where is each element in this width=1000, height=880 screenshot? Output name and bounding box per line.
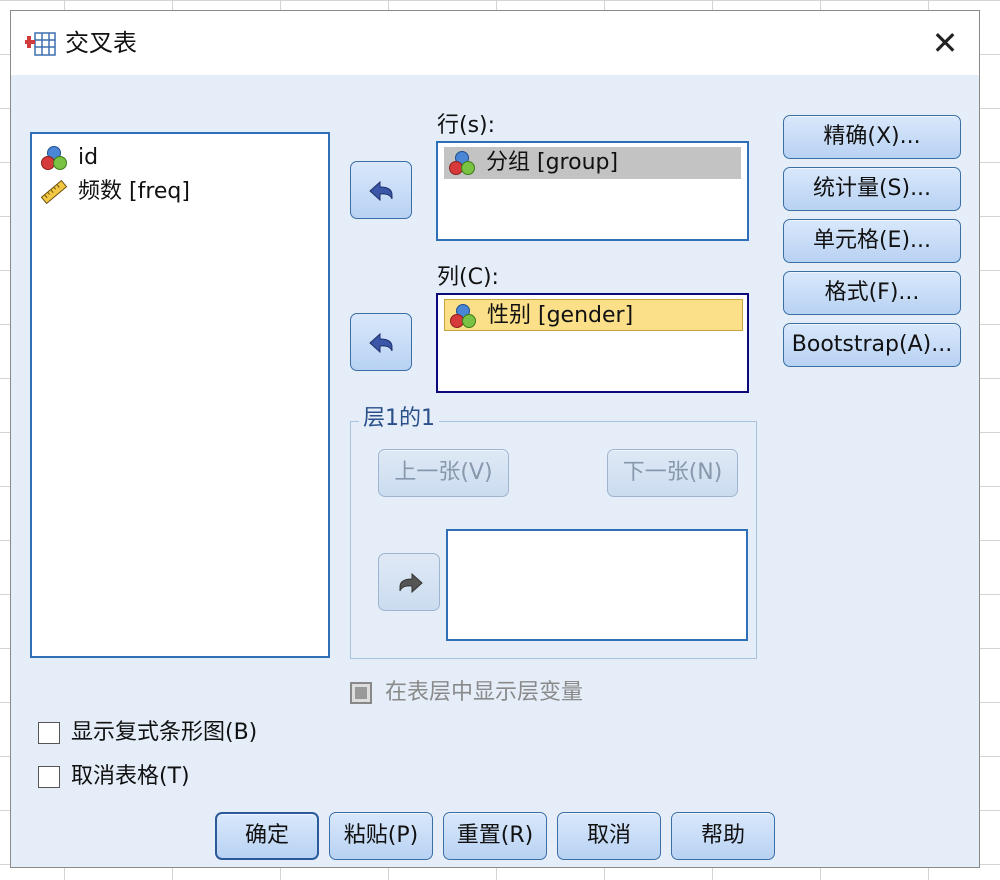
move-to-layer-button[interactable] bbox=[378, 553, 440, 611]
ok-button[interactable]: 确定 bbox=[215, 812, 319, 860]
paste-button[interactable]: 粘贴(P) bbox=[329, 812, 433, 860]
nominal-variable-icon bbox=[41, 146, 67, 170]
reset-button[interactable]: 重置(R) bbox=[443, 812, 547, 860]
columns-list[interactable]: 性别 [gender] bbox=[436, 293, 749, 393]
format-button[interactable]: 格式(F)... bbox=[783, 271, 961, 315]
list-item[interactable]: id bbox=[40, 142, 320, 174]
move-to-columns-button[interactable] bbox=[350, 313, 412, 371]
list-item-label: 性别 [gender] bbox=[487, 303, 634, 328]
suppress-tables-checkbox[interactable] bbox=[38, 766, 60, 788]
list-item[interactable]: 分组 [group] bbox=[444, 147, 741, 179]
previous-layer-button[interactable]: 上一张(V) bbox=[378, 449, 509, 497]
window-title: 交叉表 bbox=[65, 29, 137, 57]
nominal-variable-icon bbox=[449, 151, 475, 175]
suppress-tables-label: 取消表格(T) bbox=[71, 764, 190, 789]
help-button[interactable]: 帮助 bbox=[671, 812, 775, 860]
list-item-label: 分组 [group] bbox=[486, 150, 619, 175]
layer-list[interactable] bbox=[446, 529, 748, 641]
close-icon[interactable]: ✕ bbox=[923, 23, 967, 63]
list-item-label: id bbox=[78, 145, 99, 170]
next-layer-button[interactable]: 下一张(N) bbox=[607, 449, 738, 497]
rows-list[interactable]: 分组 [group] bbox=[436, 141, 749, 241]
list-item[interactable]: 频数 [freq] bbox=[40, 176, 320, 208]
move-to-rows-button[interactable] bbox=[350, 161, 412, 219]
arrow-left-icon bbox=[369, 180, 393, 202]
show-layer-variables-label: 在表层中显示层变量 bbox=[385, 680, 584, 705]
cancel-button[interactable]: 取消 bbox=[557, 812, 661, 860]
scale-variable-icon bbox=[40, 179, 68, 205]
crosstabs-dialog: 交叉表 ✕ id 频数 [freq] 行(s): 分组 [group] 列(C)… bbox=[10, 10, 980, 868]
nominal-variable-icon bbox=[450, 304, 476, 328]
list-item-label: 频数 [freq] bbox=[78, 179, 190, 204]
statistics-button[interactable]: 统计量(S)... bbox=[783, 167, 961, 211]
arrow-left-icon bbox=[369, 332, 393, 354]
show-layer-variables-checkbox[interactable] bbox=[350, 682, 372, 704]
bootstrap-button[interactable]: Bootstrap(A)... bbox=[783, 323, 961, 367]
dialog-body: id 频数 [freq] 行(s): 分组 [group] 列(C): 性别 [… bbox=[11, 75, 979, 867]
title-bar: 交叉表 ✕ bbox=[11, 11, 979, 75]
layer-group-title: 层1的1 bbox=[359, 405, 439, 433]
columns-label: 列(C): bbox=[437, 265, 499, 290]
list-item[interactable]: 性别 [gender] bbox=[444, 299, 743, 331]
exact-button[interactable]: 精确(X)... bbox=[783, 115, 961, 159]
source-variable-list[interactable]: id 频数 [freq] bbox=[30, 132, 330, 658]
clustered-bar-label: 显示复式条形图(B) bbox=[71, 720, 258, 745]
rows-label: 行(s): bbox=[437, 113, 496, 138]
cells-button[interactable]: 单元格(E)... bbox=[783, 219, 961, 263]
arrow-right-icon bbox=[399, 572, 423, 594]
clustered-bar-checkbox[interactable] bbox=[38, 722, 60, 744]
crosstabs-app-icon bbox=[25, 32, 56, 56]
